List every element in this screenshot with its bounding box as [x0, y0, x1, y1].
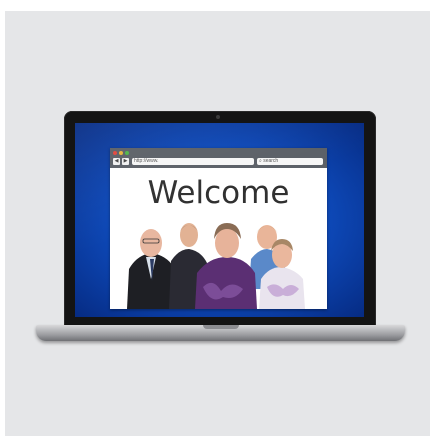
laptop-base: [36, 325, 405, 341]
browser-window: ◀ ▶ http://www. ⌕ search Welcome: [110, 148, 327, 309]
minimize-window-icon[interactable]: [119, 151, 123, 155]
search-icon: ⌕: [259, 158, 262, 164]
browser-toolbar: ◀ ▶ http://www. ⌕ search: [110, 148, 327, 168]
person-center-purple: [195, 223, 257, 309]
close-window-icon[interactable]: [113, 151, 117, 155]
maximize-window-icon[interactable]: [125, 151, 129, 155]
laptop-screen: ◀ ▶ http://www. ⌕ search Welcome: [75, 123, 364, 317]
search-placeholder: search: [263, 158, 279, 164]
address-bar[interactable]: http://www.: [132, 158, 254, 165]
back-button[interactable]: ◀: [113, 158, 120, 165]
laptop-lid: ◀ ▶ http://www. ⌕ search Welcome: [64, 111, 376, 328]
group-photo: [127, 223, 305, 309]
page-title: Welcome: [147, 175, 290, 211]
lid-opening-notch: [203, 325, 239, 329]
forward-button[interactable]: ▶: [122, 158, 129, 165]
search-input[interactable]: ⌕ search: [257, 158, 323, 165]
camera-icon: [216, 115, 220, 119]
